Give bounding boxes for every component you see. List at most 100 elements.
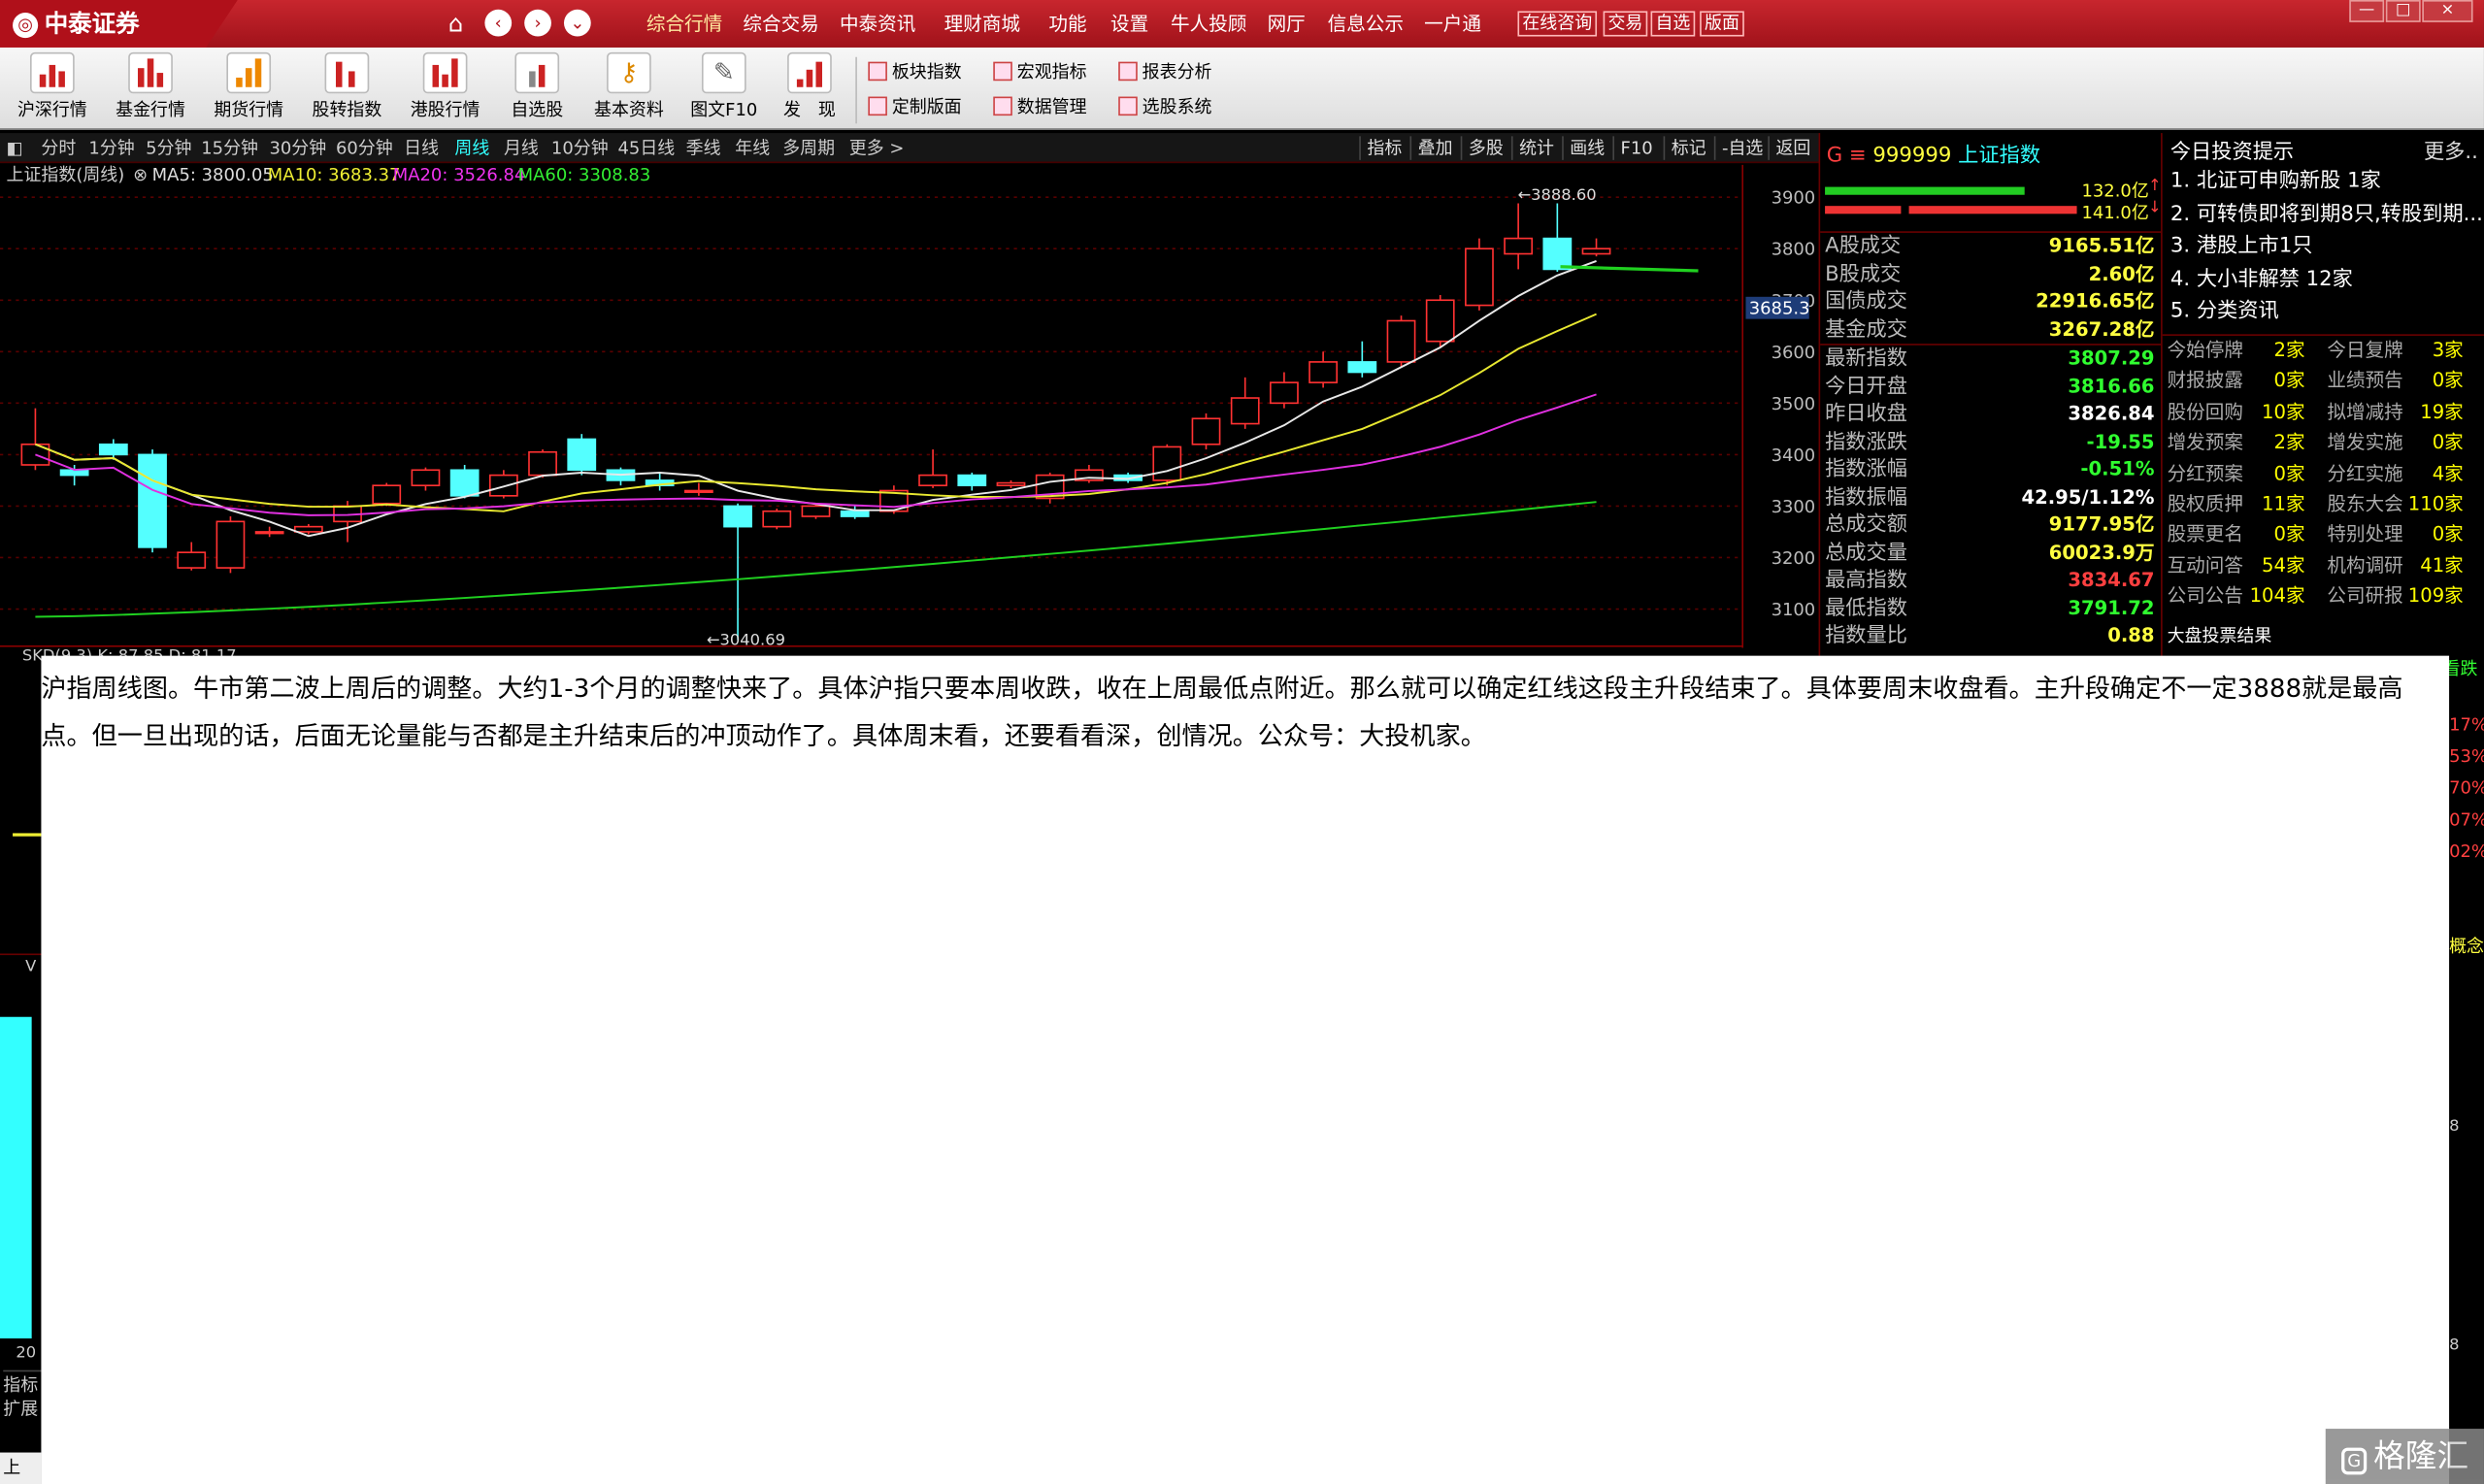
quote-row: 今日开盘 3816.66 [1820,373,2161,401]
buy-strength-bar [1825,186,2025,195]
tip-grid-row: 增发预案 2家 增发实施 0家 [2163,428,2484,459]
tab-period[interactable]: 15分钟 [201,136,258,161]
tip-grid-count: 0家 [2273,369,2305,392]
menu-item[interactable]: 信息公示 [1328,0,1404,48]
layout-button[interactable]: 版面 [1700,11,1744,37]
panel-toggle-icon[interactable]: ◧ [7,136,23,161]
candle-body [215,520,246,569]
right-number: 8 [2449,1118,2460,1137]
kline-chart[interactable]: 390038003700360035003400330032003100←388… [0,164,1819,648]
tab-period[interactable]: 月线 [504,136,539,161]
tab-period[interactable]: 季线 [686,136,721,161]
tool-stock-picker[interactable]: 选股系统 [1118,92,1211,124]
tool-label: 选股系统 [1142,96,1212,117]
tool-custom-layout[interactable]: 定制版面 [868,92,962,124]
dropdown-icon[interactable]: ⌄ [563,9,591,37]
skd-line [13,833,42,837]
tips-panel: 今日投资提示 更多.. 1. 北证可申购新股 1家 2. 可转债即将到期8只,转股… [2161,133,2484,656]
forward-icon[interactable]: › [524,9,551,37]
tab-mark[interactable]: 标记 [1663,136,1706,160]
concept-label: 概念 [2449,936,2484,957]
tip-grid-count: 4家 [2432,461,2464,484]
back-icon[interactable]: ‹ [484,9,513,37]
quote-row: 国债成交 22916.65亿 [1820,288,2161,316]
tool-watchlist[interactable]: 自选股 [491,51,583,128]
tip-item[interactable]: 1. 北证可申购新股 1家 [2170,166,2484,198]
bottom-tab-extend[interactable]: 扩展 [3,1396,38,1421]
menu-item[interactable]: 综合交易 [743,0,818,48]
tool-discover[interactable]: 发 现 [764,51,856,128]
menu-item[interactable]: 功能 [1048,0,1086,48]
tab-more[interactable]: 更多 > [849,136,905,161]
vol-label: V [25,958,37,976]
tool-macro[interactable]: 宏观指标 [993,57,1087,89]
tab-period-active[interactable]: 周线 [454,136,489,161]
tip-grid-count: 104家 [2249,584,2305,608]
quote-row-value: 2.60亿 [2088,262,2155,284]
menu-item[interactable]: 设置 [1110,0,1148,48]
legend-toggle-icon[interactable]: ⊗ [133,165,148,187]
tab-f10[interactable]: F10 [1612,136,1653,160]
tool-sector-index[interactable]: 板块指数 [868,57,962,89]
tab-period[interactable]: 分时 [41,136,76,161]
tool-data-manage[interactable]: 数据管理 [993,92,1087,124]
tab-period[interactable]: 60分钟 [336,136,393,161]
right-number: 8 [2449,1336,2460,1355]
tool-label: 基本资料 [594,99,664,121]
tab-period[interactable]: 1分钟 [88,136,134,161]
candle-body [567,438,597,472]
picker-icon [1118,96,1138,116]
tab-indicator[interactable]: 指标 [1359,136,1402,160]
tool-basic-info[interactable]: ⚷ 基本资料 [583,51,676,128]
tool-f10[interactable]: ✎ 图文F10 [678,51,770,128]
tool-report[interactable]: 报表分析 [1118,57,1211,89]
tips-list: 1. 北证可申购新股 1家 2. 可转债即将到期8只,转股到期... 3. 港股上市… [2170,166,2484,328]
tab-period[interactable]: 10分钟 [551,136,609,161]
tip-item[interactable]: 5. 分类资讯 [2170,296,2484,328]
tool-hushen[interactable]: 沪深行情 [7,51,99,128]
watchlist-button[interactable]: 自选 [1650,11,1696,37]
bottom-tab-indicator[interactable]: 指标 [3,1369,42,1396]
tip-item[interactable]: 3. 港股上市1只 [2170,231,2484,263]
menu-item[interactable]: 网厅 [1268,0,1306,48]
tab-back[interactable]: 返回 [1768,136,1810,160]
tab-period[interactable]: 多周期 [782,136,835,161]
tool-hk[interactable]: 港股行情 [399,51,491,128]
tool-fund[interactable]: 基金行情 [105,51,197,128]
tip-item[interactable]: 4. 大小非解禁 12家 [2170,264,2484,296]
quote-row-label: 基金成交 [1825,317,1907,342]
tool-futures[interactable]: 期货行情 [203,51,295,128]
tip-grid-count: 0家 [2273,461,2305,484]
tip-item[interactable]: 2. 可转债即将到期8只,转股到期... [2170,199,2484,231]
tab-remove-watch[interactable]: -自选 [1713,136,1763,160]
tab-period[interactable]: 日线 [404,136,439,161]
tab-period[interactable]: 5分钟 [146,136,191,161]
online-consult-button[interactable]: 在线咨询 [1517,11,1598,37]
trade-button[interactable]: 交易 [1603,11,1648,37]
minimize-button[interactable]: — [2349,0,2385,22]
tab-draw[interactable]: 画线 [1562,136,1605,160]
tab-stats[interactable]: 统计 [1510,136,1554,160]
tab-period[interactable]: 年线 [735,136,770,161]
tips-more-link[interactable]: 更多.. [2424,135,2478,164]
tab-multi[interactable]: 多股 [1460,136,1504,160]
tip-grid-count: 0家 [2432,523,2464,545]
tip-grid-count: 54家 [2262,553,2305,577]
tab-period[interactable]: 30分钟 [269,136,326,161]
quote-row: 指数涨跌 -19.55 [1820,428,2161,456]
tips-footer[interactable]: 大盘投票结果 [2168,622,2272,647]
low-annotation: ←3040.69 [707,631,785,648]
menu-item[interactable]: 综合行情 [646,0,722,48]
menu-item[interactable]: 中泰资讯 [840,0,915,48]
quote-row-label: 最新指数 [1825,346,1907,371]
tool-neeq[interactable]: 股转指数 [301,51,393,128]
close-button[interactable]: × [2422,0,2473,22]
watermark: G 格隆汇 [2325,1429,2484,1484]
maximize-button[interactable]: □ [2385,0,2421,22]
menu-item[interactable]: 理财商城 [944,0,1020,48]
home-icon[interactable]: ⌂ [448,10,464,38]
menu-item[interactable]: 一户通 [1424,0,1481,48]
tab-overlay[interactable]: 叠加 [1409,136,1453,160]
tab-period[interactable]: 45日线 [617,136,675,161]
menu-item[interactable]: 牛人投顾 [1171,0,1246,48]
